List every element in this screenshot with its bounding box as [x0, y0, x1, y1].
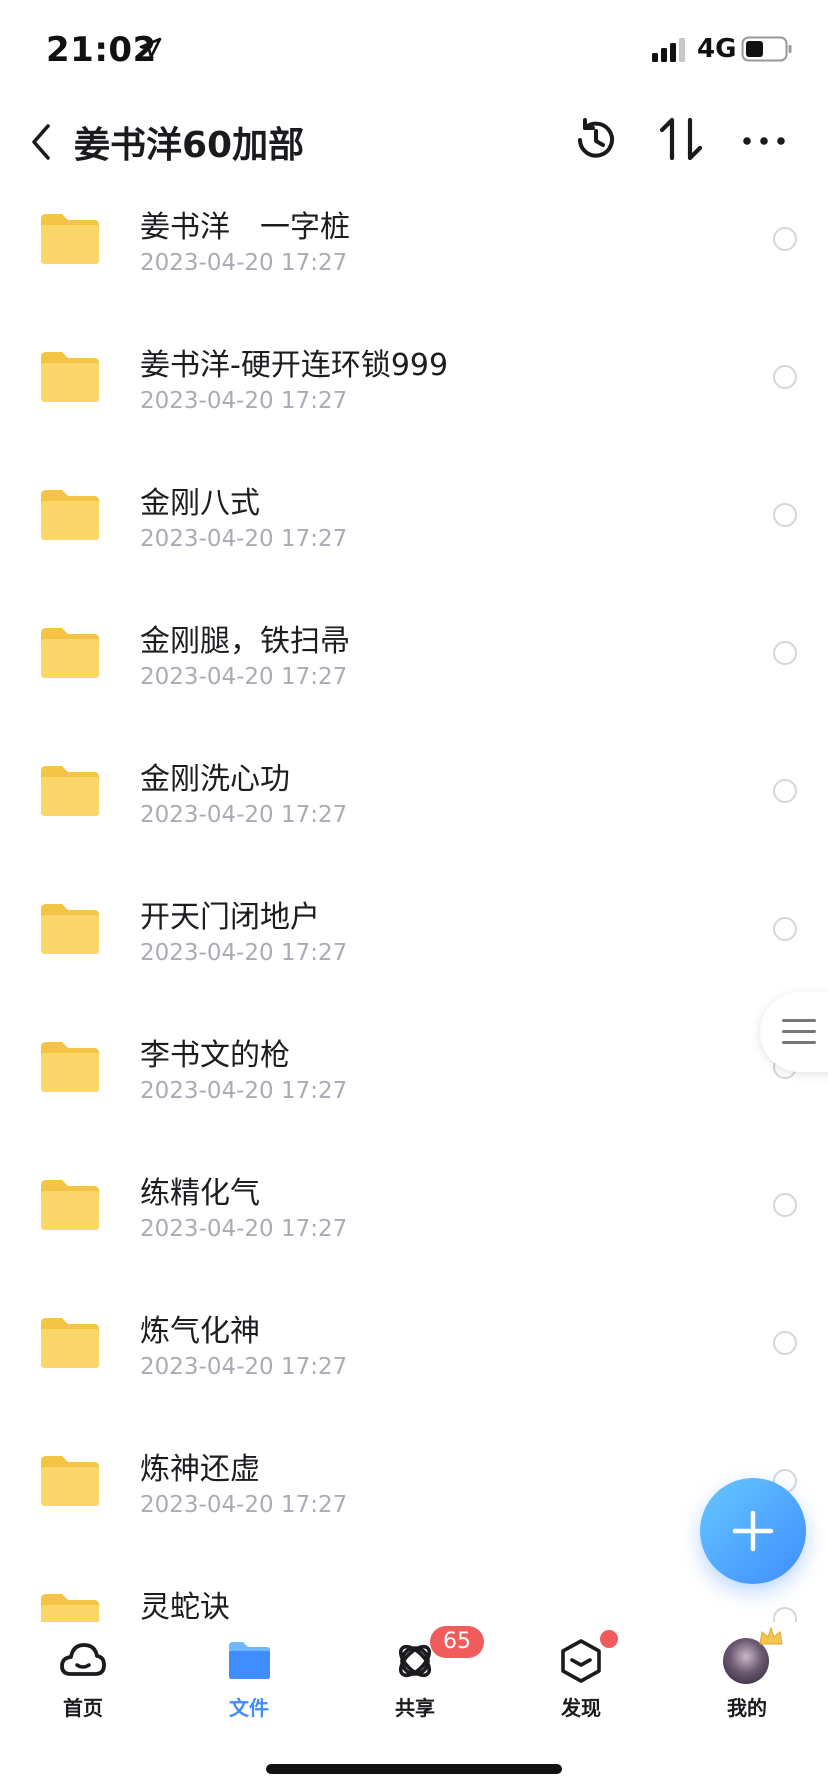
list-item[interactable]: 炼气化神 2023-04-20 17:27: [0, 1296, 828, 1434]
list-item[interactable]: 李书文的枪 2023-04-20 17:27: [0, 1020, 828, 1158]
back-icon[interactable]: [26, 114, 58, 170]
tab-home[interactable]: 首页: [0, 1622, 166, 1732]
tab-discover[interactable]: 发现: [498, 1622, 664, 1732]
sort-icon[interactable]: [656, 114, 706, 166]
file-date: 2023-04-20 17:27: [140, 664, 348, 690]
select-checkbox[interactable]: [773, 779, 797, 803]
notification-badge: 65: [430, 1626, 484, 1658]
file-name: 姜书洋 一字桩: [140, 210, 350, 245]
list-item[interactable]: 金刚洗心功 2023-04-20 17:27: [0, 744, 828, 882]
folder-icon: [41, 214, 99, 264]
file-date: 2023-04-20 17:27: [140, 388, 348, 414]
list-item[interactable]: 开天门闭地户 2023-04-20 17:27: [0, 882, 828, 1020]
select-checkbox[interactable]: [773, 917, 797, 941]
file-date: 2023-04-20 17:27: [140, 526, 348, 552]
select-checkbox[interactable]: [773, 365, 797, 389]
list-item[interactable]: 灵蛇诀: [0, 1572, 828, 1622]
list-item[interactable]: 姜书洋 一字桩 2023-04-20 17:27: [0, 192, 828, 330]
file-name: 练精化气: [140, 1176, 260, 1211]
select-checkbox[interactable]: [773, 1331, 797, 1355]
file-date: 2023-04-20 17:27: [140, 1354, 348, 1380]
list-item[interactable]: 姜书洋-硬开连环锁999 2023-04-20 17:27: [0, 330, 828, 468]
file-list: 姜书洋 一字桩 2023-04-20 17:27 姜书洋-硬开连环锁999 20…: [0, 192, 828, 1622]
file-date: 2023-04-20 17:27: [140, 250, 348, 276]
select-checkbox[interactable]: [773, 1607, 797, 1622]
folder-icon: [41, 766, 99, 816]
list-item[interactable]: 金刚八式 2023-04-20 17:27: [0, 468, 828, 606]
file-name: 灵蛇诀: [140, 1590, 230, 1622]
select-checkbox[interactable]: [773, 1193, 797, 1217]
tab-profile[interactable]: 我的: [664, 1622, 828, 1732]
folder-icon: [41, 1594, 99, 1622]
file-date: 2023-04-20 17:27: [140, 802, 348, 828]
folder-icon: [41, 904, 99, 954]
file-date: 2023-04-20 17:27: [140, 1492, 348, 1518]
tab-files[interactable]: 文件: [166, 1622, 332, 1732]
battery-icon: [741, 36, 792, 62]
status-bar: 21:02 4G: [0, 0, 828, 96]
folder-icon: [41, 490, 99, 540]
folder-icon: [41, 1318, 99, 1368]
select-checkbox[interactable]: [773, 641, 797, 665]
tab-label: 首页: [63, 1696, 103, 1720]
cloud-home-icon: [60, 1643, 106, 1676]
folder-icon: [41, 628, 99, 678]
select-checkbox[interactable]: [773, 503, 797, 527]
folder-icon: [41, 1180, 99, 1230]
list-item[interactable]: 练精化气 2023-04-20 17:27: [0, 1158, 828, 1296]
folder-icon: [41, 1042, 99, 1092]
menu-lines-icon: [782, 1019, 816, 1044]
nav-bar: 姜书洋60加部: [0, 96, 828, 192]
tab-share[interactable]: 65 共享: [332, 1622, 498, 1732]
file-name: 金刚洗心功: [140, 762, 290, 797]
folder-icon: [41, 1456, 99, 1506]
list-item[interactable]: 金刚腿，铁扫帚 2023-04-20 17:27: [0, 606, 828, 744]
plus-icon: [732, 1510, 774, 1552]
file-date: 2023-04-20 17:27: [140, 1216, 348, 1242]
tab-label: 文件: [229, 1696, 269, 1720]
file-name: 金刚八式: [140, 486, 260, 521]
network-label: 4G: [697, 34, 737, 64]
history-icon[interactable]: [570, 114, 622, 166]
more-icon[interactable]: [740, 126, 788, 156]
tab-label: 我的: [727, 1696, 767, 1720]
signal-icon: [652, 38, 685, 62]
file-date: 2023-04-20 17:27: [140, 940, 348, 966]
select-checkbox[interactable]: [773, 227, 797, 251]
file-name: 金刚腿，铁扫帚: [140, 624, 350, 659]
crown-icon: [759, 1626, 783, 1645]
folder-icon: [41, 352, 99, 402]
file-name: 李书文的枪: [140, 1038, 290, 1073]
file-name: 炼神还虚: [140, 1452, 260, 1487]
discover-box-icon: [561, 1639, 601, 1683]
add-button[interactable]: [700, 1478, 806, 1584]
tab-label: 发现: [561, 1696, 601, 1720]
folder-icon: [229, 1642, 270, 1679]
file-name: 炼气化神: [140, 1314, 260, 1349]
page-title: 姜书洋60加部: [74, 125, 305, 166]
file-date: 2023-04-20 17:27: [140, 1078, 348, 1104]
notification-dot: [600, 1630, 618, 1648]
file-name: 开天门闭地户: [140, 900, 320, 935]
file-name: 姜书洋-硬开连环锁999: [140, 348, 449, 383]
location-arrow-icon: [139, 37, 162, 59]
tab-label: 共享: [395, 1696, 435, 1720]
home-indicator: [266, 1764, 562, 1774]
